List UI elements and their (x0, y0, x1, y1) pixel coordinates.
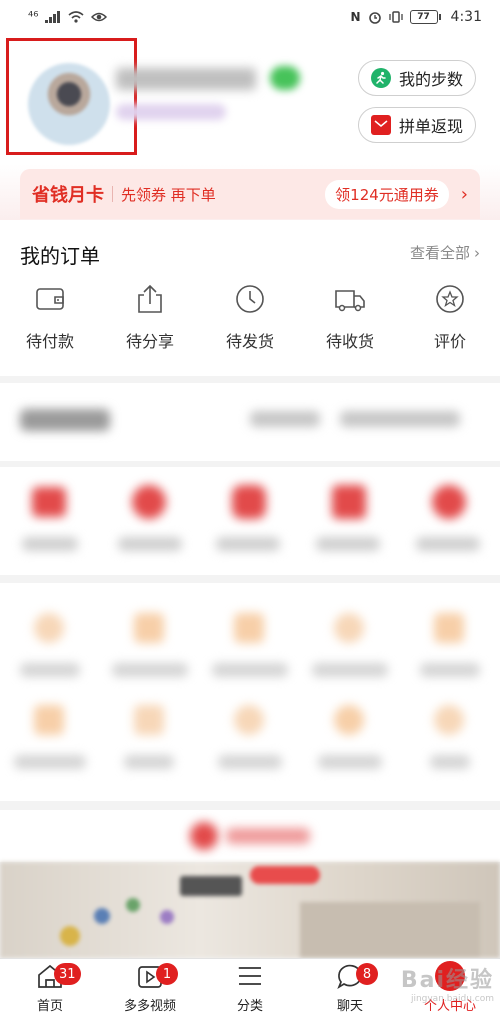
red-envelope-icon (370, 115, 391, 135)
tab-label: 多多视频 (123, 999, 176, 1014)
tab-category[interactable]: 分类 (200, 959, 300, 1020)
blurred-tools-grid (0, 583, 500, 801)
divider (112, 186, 113, 202)
view-all-orders-link[interactable]: 查看全部 › (410, 242, 480, 263)
category-icon (238, 967, 261, 985)
order-pending-share[interactable]: 待分享 (100, 282, 200, 352)
tab-video[interactable]: 1 多多视频 (100, 959, 200, 1020)
group-refund-label: 拼单返现 (398, 117, 463, 136)
order-review[interactable]: 评价 (400, 282, 500, 352)
my-steps-label: 我的步数 (398, 70, 463, 89)
my-orders-section: 我的订单 查看全部 › 待付款 待分享 待发货 待收货 评价 (0, 220, 500, 376)
order-pending-receive[interactable]: 待收货 (300, 282, 400, 352)
my-steps-button[interactable]: 我的步数 (358, 60, 476, 96)
profile-header: 我的步数 拼单返现 省钱月卡 先领券 再下单 领124元通用券 › (0, 34, 500, 220)
network-label: ⁴⁶ (28, 9, 39, 25)
blurred-services-row (0, 467, 500, 575)
user-level-blurred (116, 104, 226, 120)
eye-icon (91, 12, 108, 22)
wechat-badge-icon (270, 66, 300, 90)
month-card-subtitle: 先领券 再下单 (121, 185, 216, 204)
home-badge: 31 (54, 963, 81, 985)
group-refund-button[interactable]: 拼单返现 (358, 107, 476, 143)
watermark-main: Bai经验 (400, 968, 494, 993)
chat-badge: 8 (356, 963, 378, 985)
truck-icon (335, 290, 365, 312)
wifi-icon (68, 11, 84, 23)
baidu-jingyan-watermark: Bai经验 jingyan.baidu.com (398, 962, 494, 1010)
wallet-icon (36, 288, 64, 310)
tab-label: 分类 (236, 999, 263, 1014)
watermark-sub: jingyan.baidu.com (410, 994, 494, 1004)
order-label: 待收货 (325, 332, 374, 351)
share-icon (138, 284, 162, 313)
order-label: 待分享 (125, 332, 174, 351)
order-label: 待发货 (225, 332, 274, 351)
view-all-label: 查看全部 (409, 244, 470, 262)
coupon-button[interactable]: 领124元通用券 (325, 179, 449, 209)
order-label: 待付款 (25, 332, 74, 351)
clock-time: 4:31 (450, 9, 482, 25)
blurred-product-photo[interactable] (0, 862, 500, 958)
avatar-highlight-box[interactable] (6, 38, 137, 155)
alarm-icon (368, 12, 381, 24)
chevron-right-icon: › (474, 243, 480, 262)
savings-month-card[interactable]: 省钱月卡 先领券 再下单 领124元通用券 › (20, 169, 480, 219)
month-card-title: 省钱月卡 (32, 185, 104, 206)
blurred-recommend-bar (0, 810, 500, 862)
tab-chat[interactable]: 8 聊天 (300, 959, 400, 1020)
star-icon (436, 285, 464, 313)
order-pending-payment[interactable]: 待付款 (0, 282, 100, 352)
tab-label: 聊天 (336, 999, 363, 1014)
running-icon (370, 68, 391, 88)
order-label: 评价 (433, 332, 466, 351)
video-badge: 1 (156, 963, 178, 985)
orders-title: 我的订单 (20, 244, 100, 268)
chevron-right-icon: › (460, 183, 468, 205)
blurred-section-header (0, 383, 500, 461)
avatar[interactable] (28, 63, 110, 145)
battery-icon: 77 (409, 10, 441, 24)
user-name-blurred (116, 68, 256, 90)
order-pending-ship[interactable]: 待发货 (200, 282, 300, 352)
signal-icon (45, 11, 61, 23)
tab-label: 首页 (36, 999, 63, 1014)
tab-home[interactable]: 31 首页 (0, 959, 100, 1020)
vibrate-icon (388, 11, 403, 23)
nfc-icon: N (350, 10, 361, 24)
status-bar: ⁴⁶ N 77 4:31 (0, 0, 500, 34)
clock-icon (236, 285, 264, 313)
